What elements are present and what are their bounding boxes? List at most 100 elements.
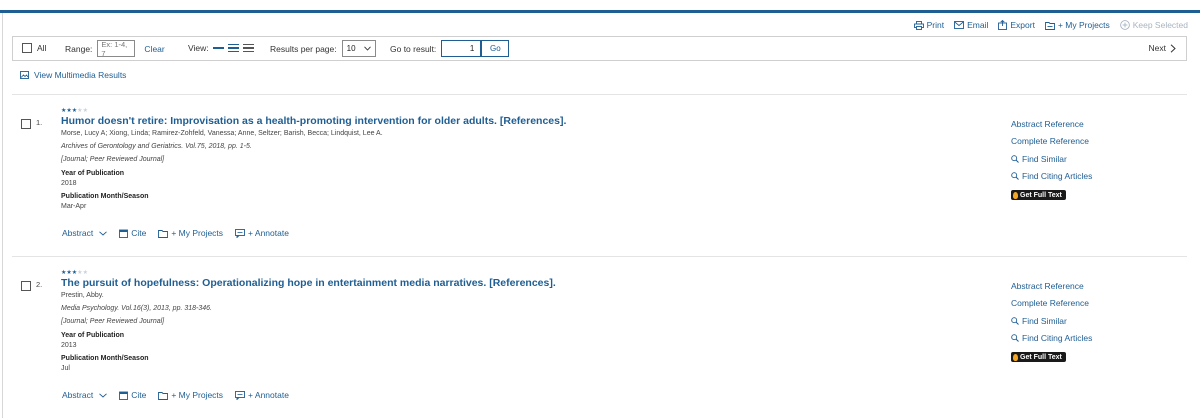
add-to-my-projects-button[interactable]: + My Projects [158, 390, 223, 400]
record-title-link[interactable]: The pursuit of hopefulness: Operationali… [61, 277, 556, 289]
star-empty-icon: ★ [82, 270, 88, 276]
keep-selected-button[interactable]: Keep Selected [1119, 20, 1188, 30]
relevance-rating: ★ ★ ★ ★ ★ [61, 270, 88, 276]
chevron-right-icon [1170, 43, 1176, 53]
find-citing-label: Find Citing Articles [1022, 171, 1093, 181]
results-control-bar: All Range: Ex: 1-4, 7 Clear View: Result… [12, 36, 1187, 61]
view-label: View: [188, 43, 209, 53]
record-source: Archives of Gerontology and Geriatrics. … [61, 143, 252, 150]
clear-range-link[interactable]: Clear [144, 44, 164, 54]
magnifier-icon [1011, 317, 1019, 325]
year-label: Year of Publication [61, 332, 125, 339]
month-value: Jul [61, 365, 70, 372]
email-label: Email [967, 20, 989, 30]
result-record: 1. ★ ★ ★ ★ ★ Humor doesn't retire: Improvisa… [0, 108, 1200, 258]
folder-icon [158, 391, 169, 400]
go-to-result: Go to result: 1 Go [390, 40, 510, 57]
export-button[interactable]: Export [998, 20, 1035, 30]
chevron-down-icon [99, 230, 107, 236]
envelope-icon [954, 21, 965, 29]
range-label: Range: [65, 43, 93, 54]
go-to-result-label: Go to result: [390, 43, 437, 54]
print-label: Print [926, 20, 945, 30]
annotate-button[interactable]: + Annotate [235, 228, 289, 238]
find-similar-label: Find Similar [1022, 316, 1067, 326]
cite-button[interactable]: Cite [119, 228, 146, 238]
flame-icon [1013, 191, 1018, 199]
abstract-reference-link[interactable]: Abstract Reference [1011, 281, 1084, 291]
find-citing-articles-link[interactable]: Find Citing Articles [1011, 171, 1092, 181]
go-to-result-input[interactable]: 1 [441, 40, 482, 57]
divider [12, 94, 1187, 95]
print-button[interactable]: Print [913, 20, 945, 30]
magnifier-icon [1011, 155, 1019, 163]
abstract-label: Abstract [62, 228, 94, 238]
year-label: Year of Publication [61, 170, 125, 177]
range-selector: Range: Ex: 1-4, 7 Clear [65, 40, 165, 58]
find-citing-articles-link[interactable]: Find Citing Articles [1011, 333, 1092, 343]
record-document-type: [Journal; Peer Reviewed Journal] [61, 318, 165, 325]
my-projects-label: + My Projects [171, 390, 224, 400]
cite-button[interactable]: Cite [119, 390, 146, 400]
add-to-my-projects-button[interactable]: + My Projects [1045, 20, 1110, 30]
abstract-toggle[interactable]: Abstract [62, 228, 107, 238]
view-title-only-icon[interactable] [212, 42, 224, 54]
year-value: 2013 [61, 342, 77, 349]
comment-icon [235, 390, 245, 400]
calendar-icon [119, 391, 129, 400]
annotate-button[interactable]: + Annotate [235, 390, 289, 400]
find-similar-link[interactable]: Find Similar [1011, 316, 1067, 326]
record-checkbox[interactable] [21, 119, 31, 129]
my-projects-label: + My Projects [171, 228, 224, 238]
next-label: Next [1148, 43, 1166, 53]
image-icon [20, 71, 29, 79]
go-button[interactable]: Go [481, 40, 510, 57]
next-page-button[interactable]: Next [1149, 43, 1176, 53]
find-citing-label: Find Citing Articles [1022, 333, 1093, 343]
get-full-text-label: Get Full Text [1020, 191, 1062, 199]
view-brief-icon[interactable] [227, 42, 239, 54]
record-document-type: [Journal; Peer Reviewed Journal] [61, 156, 165, 163]
star-empty-icon: ★ [82, 108, 88, 114]
select-all-checkbox[interactable] [22, 43, 32, 53]
year-value: 2018 [61, 180, 77, 187]
export-icon [998, 20, 1008, 30]
record-authors: Morse, Lucy A; Xiong, Linda; Ramirez-Zoh… [61, 130, 383, 137]
abstract-label: Abstract [62, 390, 94, 400]
result-record: 2. ★ ★ ★ ★ ★ The pursuit of hopefulness: Ope… [0, 270, 1200, 418]
select-all: All [22, 43, 46, 53]
relevance-rating: ★ ★ ★ ★ ★ [61, 108, 88, 114]
find-similar-link[interactable]: Find Similar [1011, 154, 1067, 164]
email-button[interactable]: Email [954, 20, 988, 30]
keep-selected-label: Keep Selected [1132, 20, 1188, 30]
annotate-label: + Annotate [248, 228, 289, 238]
view-full-icon[interactable] [242, 42, 254, 54]
record-number: 1. [36, 118, 43, 127]
complete-reference-link[interactable]: Complete Reference [1011, 298, 1089, 308]
flame-icon [1013, 353, 1018, 361]
folder-icon [158, 229, 169, 238]
my-projects-label: + My Projects [1057, 20, 1110, 30]
get-full-text-button[interactable]: Get Full Text [1011, 190, 1066, 200]
abstract-toggle[interactable]: Abstract [62, 390, 107, 400]
results-toolbar: Print Email Export + My Projects Keep Se… [913, 18, 1188, 32]
abstract-reference-link[interactable]: Abstract Reference [1011, 119, 1084, 129]
record-authors: Prestin, Abby. [61, 292, 104, 299]
view-multimedia-results-link[interactable]: View Multimedia Results [20, 70, 126, 80]
results-per-page-label: Results per page: [270, 43, 337, 54]
view-multimedia-label: View Multimedia Results [34, 70, 127, 80]
range-input[interactable]: Ex: 1-4, 7 [97, 40, 136, 58]
complete-reference-link[interactable]: Complete Reference [1011, 136, 1089, 146]
record-checkbox[interactable] [21, 281, 31, 291]
get-full-text-button[interactable]: Get Full Text [1011, 352, 1066, 362]
add-to-my-projects-button[interactable]: + My Projects [158, 228, 223, 238]
magnifier-icon [1011, 334, 1019, 342]
view-selector: View: [188, 42, 254, 54]
cite-label: Cite [131, 390, 147, 400]
get-full-text-label: Get Full Text [1020, 353, 1062, 361]
results-per-page-select[interactable]: 10 [341, 40, 376, 57]
plus-circle-icon [1119, 20, 1130, 30]
record-title-link[interactable]: Humor doesn't retire: Improvisation as a… [61, 115, 566, 127]
month-value: Mar-Apr [61, 203, 87, 210]
annotate-label: + Annotate [248, 390, 289, 400]
